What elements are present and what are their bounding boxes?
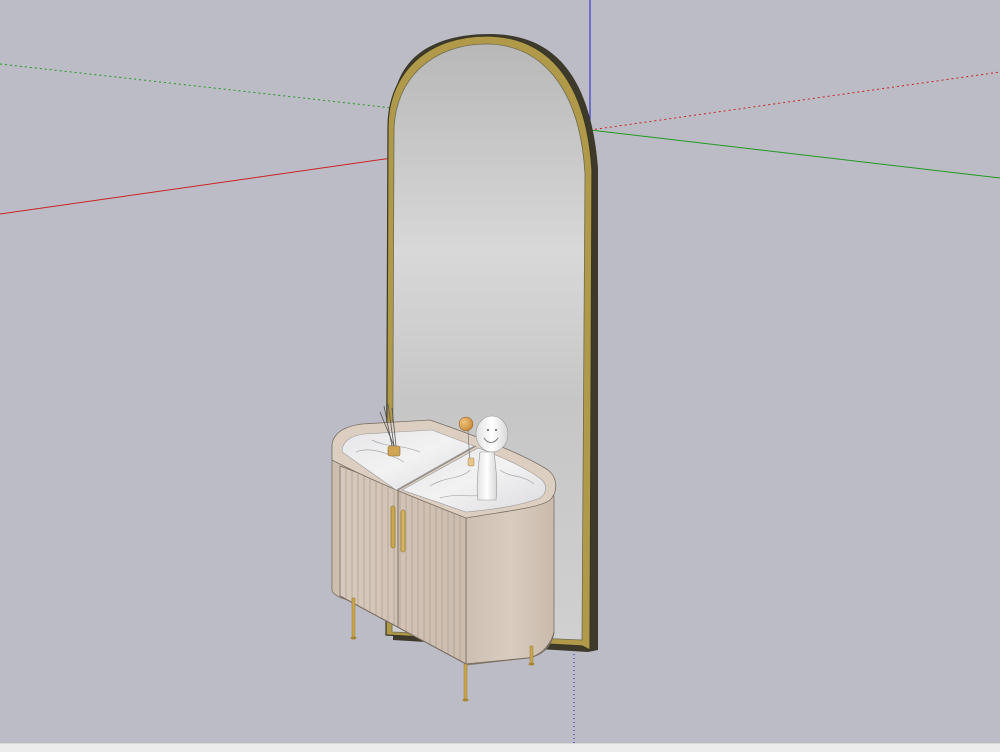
green-axis-line (589, 129, 1000, 179)
red-axis-line (0, 157, 393, 215)
balloon (458, 416, 474, 432)
door-handle-left[interactable] (390, 505, 396, 549)
leg-back-right (529, 645, 534, 665)
figurine-body (476, 451, 498, 501)
leg-front-left (351, 597, 356, 639)
leg-front-right (463, 663, 468, 701)
3d-viewport[interactable] (0, 0, 1000, 743)
model-canvas[interactable] (0, 0, 1000, 743)
figurine-head (475, 415, 509, 453)
red-axis-dotted (589, 71, 1000, 131)
door-handle-right[interactable] (400, 509, 406, 553)
green-axis-dotted (0, 63, 393, 109)
cabinet[interactable] (331, 419, 557, 666)
